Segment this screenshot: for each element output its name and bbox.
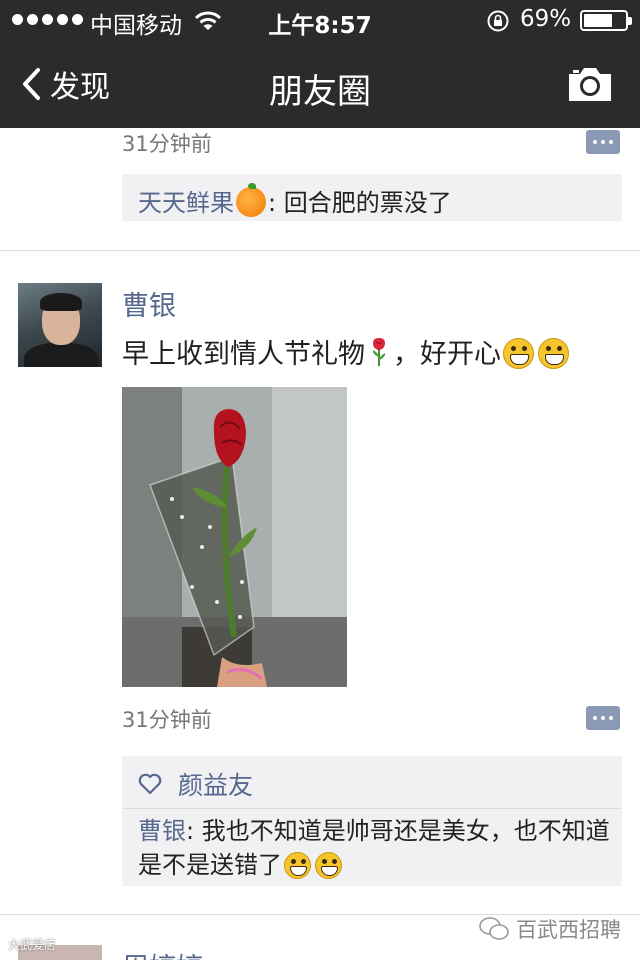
heart-icon <box>138 773 162 795</box>
orange-emoji-icon <box>236 183 266 217</box>
rotation-lock-icon <box>487 10 509 32</box>
comment-item[interactable]: 曹银: 我也不知道是帅哥还是美女，也不知道是不是送错了 <box>138 814 612 882</box>
camera-icon[interactable] <box>566 64 614 104</box>
rose-emoji-icon <box>372 338 386 366</box>
comment-text: : 我也不知道是帅哥还是美女，也不知道是不是送错了 <box>138 817 610 879</box>
post-time: 31分钟前 <box>122 132 212 156</box>
comment-text: : 回合肥的票没了 <box>268 189 452 217</box>
grin-emoji-icon <box>315 852 342 879</box>
comment-action-icon[interactable] <box>586 706 620 730</box>
avatar[interactable] <box>18 283 102 367</box>
watermark-text: 百武西招聘 <box>516 918 621 942</box>
top-bar: 中国移动 上午8:57 69% 发现 朋友圈 <box>0 0 640 128</box>
comment-list: 天天鲜果 : 回合肥的票没了 <box>122 174 622 221</box>
rose-photo-image <box>122 387 347 687</box>
grin-emoji-icon <box>503 338 534 369</box>
post-author[interactable]: 曹银 <box>122 284 176 323</box>
battery-percentage: 69% <box>520 6 572 32</box>
post-photo[interactable] <box>122 387 347 687</box>
post-author[interactable]: 周婷婷 <box>122 946 203 960</box>
likes-row: 颜益友 <box>138 766 253 802</box>
watermark-left: 大武爱店 <box>8 938 57 952</box>
comment-item[interactable]: 天天鲜果 : 回合肥的票没了 <box>138 183 452 218</box>
navigation-bar: 发现 朋友圈 <box>0 40 640 128</box>
comment-action-icon[interactable] <box>586 130 620 154</box>
post-text-continued: ，好开心 <box>393 339 501 370</box>
comment-author[interactable]: 曹银 <box>138 817 186 845</box>
battery-level <box>584 14 612 27</box>
like-user[interactable]: 颜益友 <box>178 766 253 802</box>
comment-author[interactable]: 天天鲜果 <box>138 189 234 217</box>
post-text: 早上收到情人节礼物 <box>122 339 365 370</box>
page-title: 朋友圈 <box>269 72 371 112</box>
status-bar: 中国移动 上午8:57 69% <box>0 0 640 40</box>
battery-icon <box>580 10 632 31</box>
post-content: 早上收到情人节礼物 ，好开心 <box>122 332 571 371</box>
watermark-right: 百武西招聘 <box>478 914 621 944</box>
moments-feed[interactable]: 31分钟前 天天鲜果 : 回合肥的票没了 曹银 早上收到情人节礼物 ，好开心 31… <box>0 128 640 960</box>
likes-and-comments: 颜益友 曹银: 我也不知道是帅哥还是美女，也不知道是不是送错了 <box>122 756 622 886</box>
wechat-logo-icon <box>479 917 509 940</box>
post-time: 31分钟前 <box>122 708 212 732</box>
likes-comments-divider <box>122 808 622 809</box>
grin-emoji-icon <box>538 338 569 369</box>
grin-emoji-icon <box>284 852 311 879</box>
post-divider <box>0 250 640 251</box>
